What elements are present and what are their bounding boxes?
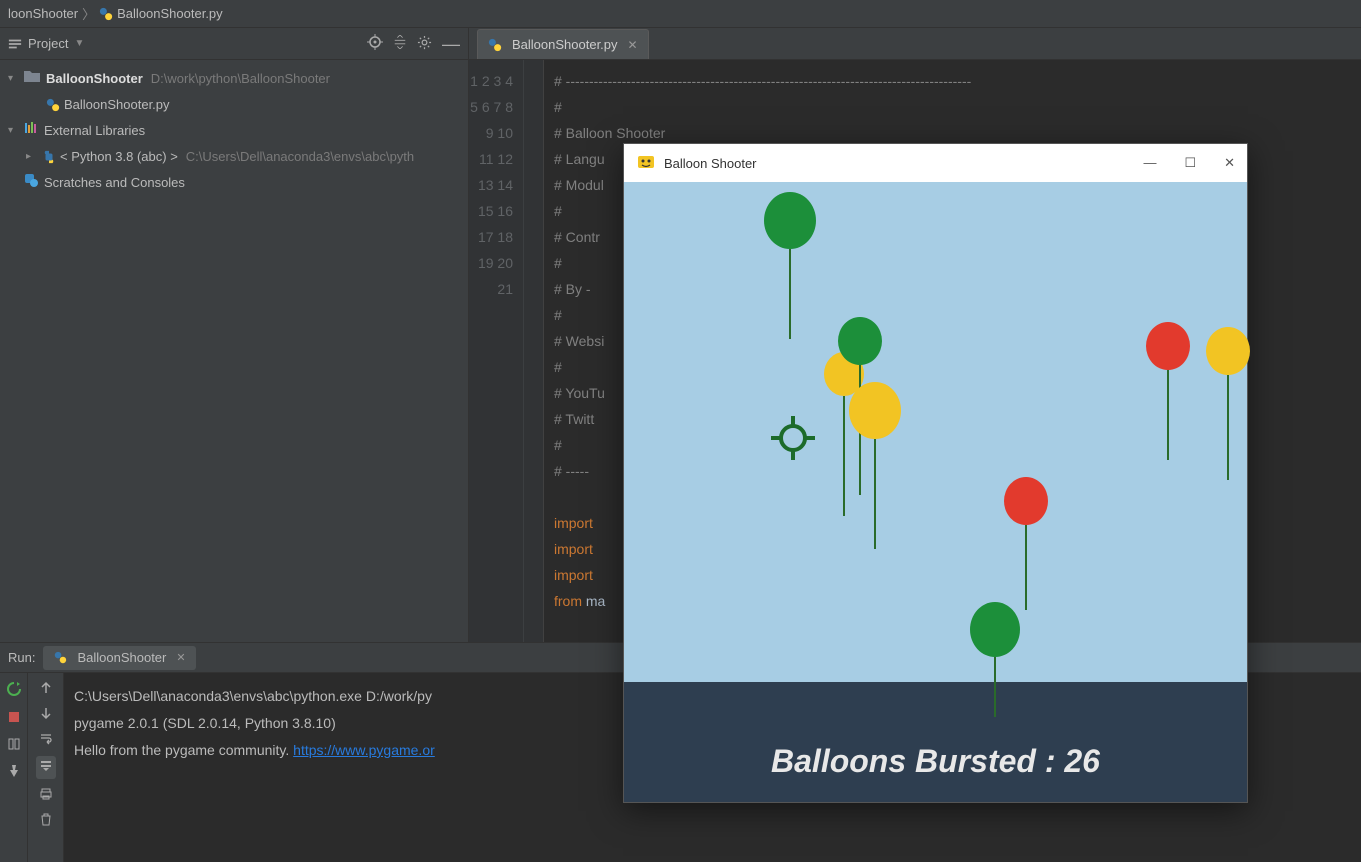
chevron-right-icon: 〉	[82, 4, 95, 23]
project-path: D:\work\python\BalloonShooter	[151, 66, 330, 92]
crosshair	[769, 414, 817, 462]
titlebar[interactable]: Balloon Shooter — ☐ ✕	[624, 144, 1247, 182]
breadcrumb-file[interactable]: BalloonShooter.py	[117, 6, 223, 21]
close-icon[interactable]: ✕	[1224, 155, 1235, 171]
library-icon	[24, 118, 38, 144]
score-label: Balloons Bursted :	[771, 743, 1064, 779]
tree-scratches[interactable]: Scratches and Consoles	[8, 170, 468, 196]
hide-icon[interactable]: —	[442, 39, 460, 49]
chevron-down-icon: ▾	[8, 118, 22, 144]
maximize-icon[interactable]: ☐	[1184, 155, 1196, 171]
balloon[interactable]	[1206, 327, 1250, 375]
tree-project-root[interactable]: ▾ BalloonShooter D:\work\python\BalloonS…	[8, 66, 468, 92]
close-icon[interactable]: ✕	[628, 38, 638, 52]
pin-icon[interactable]	[7, 764, 21, 781]
breadcrumb-project[interactable]: loonShooter	[8, 6, 78, 21]
editor-tab-label: BalloonShooter.py	[512, 37, 618, 52]
run-toolbar	[28, 673, 64, 862]
external-libs-label: External Libraries	[44, 118, 145, 144]
down-icon[interactable]	[39, 706, 53, 723]
run-toolbar-left	[0, 673, 28, 862]
project-name: BalloonShooter	[46, 66, 143, 92]
python-file-icon	[488, 38, 502, 52]
run-panel-label: Run:	[8, 650, 35, 665]
balloon[interactable]	[838, 317, 882, 365]
balloon[interactable]	[1004, 477, 1048, 525]
python-env-path: C:\Users\Dell\anaconda3\envs\abc\pyth	[186, 144, 414, 170]
balloon[interactable]	[849, 382, 901, 439]
scratches-icon	[24, 170, 38, 196]
dropdown-icon[interactable]: ▼	[74, 38, 84, 49]
python-env-label: < Python 3.8 (abc) >	[60, 144, 178, 170]
game-title: Balloon Shooter	[664, 156, 757, 171]
balloon[interactable]	[970, 602, 1020, 657]
score-value: 26	[1064, 743, 1100, 779]
python-file-icon	[53, 651, 67, 665]
project-panel-title[interactable]: Project	[28, 36, 68, 51]
chevron-down-icon: ▾	[8, 66, 22, 92]
print-icon[interactable]	[39, 787, 53, 804]
run-config-tab[interactable]: BalloonShooter ✕	[43, 646, 195, 670]
game-canvas[interactable]: Balloons Bursted : 26	[624, 182, 1247, 802]
tree-file[interactable]: BalloonShooter.py	[8, 92, 468, 118]
console-line: pygame 2.0.1 (SDL 2.0.14, Python 3.8.10)	[74, 715, 336, 731]
rerun-icon[interactable]	[6, 681, 22, 700]
minimize-icon[interactable]: —	[1143, 155, 1156, 171]
scroll-icon[interactable]	[36, 756, 56, 779]
layout-icon[interactable]	[7, 737, 21, 754]
fold-gutter	[524, 60, 544, 642]
balloon[interactable]	[1146, 322, 1190, 370]
project-sidebar: Project ▼ — ▾ BalloonShooter D:\work\pyt…	[0, 28, 469, 642]
console-link[interactable]: https://www.pygame.or	[293, 742, 435, 758]
editor-tab[interactable]: BalloonShooter.py ✕	[477, 29, 649, 59]
tree-external-libs[interactable]: ▾ External Libraries	[8, 118, 468, 144]
pygame-icon	[636, 152, 656, 175]
scratches-label: Scratches and Consoles	[44, 170, 185, 196]
project-tree: ▾ BalloonShooter D:\work\python\BalloonS…	[0, 60, 468, 642]
game-window: Balloon Shooter — ☐ ✕ Balloons Bursted :…	[623, 143, 1248, 803]
line-gutter: 1 2 3 4 5 6 7 8 9 10 11 12 13 14 15 16 1…	[469, 60, 524, 642]
collapse-all-icon[interactable]	[393, 35, 407, 52]
score-text: Balloons Bursted : 26	[624, 743, 1247, 780]
breadcrumb: loonShooter 〉 BalloonShooter.py	[0, 0, 1361, 28]
project-view-icon	[8, 37, 22, 51]
locate-icon[interactable]	[367, 34, 383, 53]
stop-icon[interactable]	[7, 710, 21, 727]
folder-icon	[24, 66, 40, 92]
python-file-icon	[46, 98, 60, 112]
python-icon	[42, 150, 56, 164]
wrap-icon[interactable]	[39, 731, 53, 748]
python-file-icon	[99, 7, 113, 21]
console-line: C:\Users\Dell\anaconda3\envs\abc\python.…	[74, 688, 432, 704]
balloon[interactable]	[764, 192, 816, 249]
console-line: Hello from the pygame community.	[74, 742, 293, 758]
trash-icon[interactable]	[39, 812, 53, 829]
tree-python-env[interactable]: ▸ < Python 3.8 (abc) > C:\Users\Dell\ana…	[8, 144, 468, 170]
up-icon[interactable]	[39, 681, 53, 698]
editor-tabs: BalloonShooter.py ✕	[469, 28, 1361, 60]
gear-icon[interactable]	[417, 35, 432, 53]
run-config-label: BalloonShooter	[77, 650, 166, 665]
tree-file-label: BalloonShooter.py	[64, 92, 170, 118]
chevron-right-icon: ▸	[26, 144, 40, 170]
sky	[624, 182, 1247, 682]
close-icon[interactable]: ✕	[176, 651, 185, 664]
